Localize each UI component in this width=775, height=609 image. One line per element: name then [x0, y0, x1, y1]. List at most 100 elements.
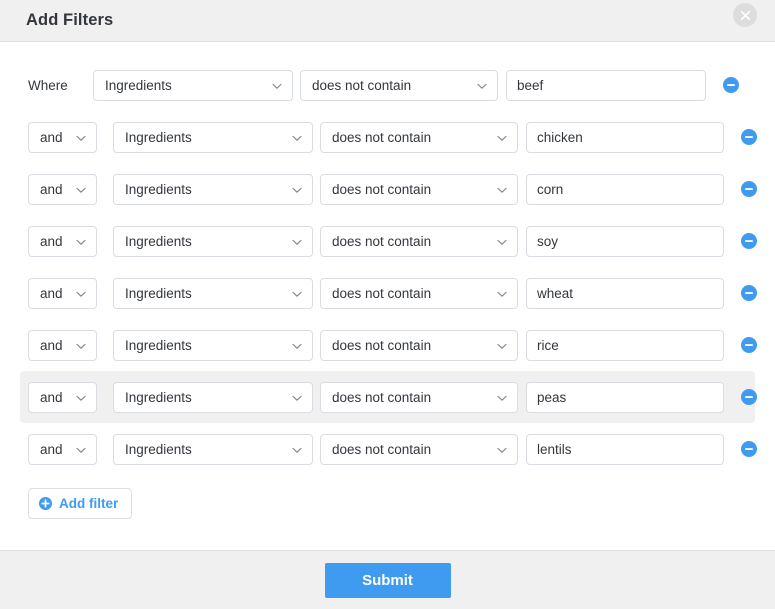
filter-value-input[interactable] — [526, 329, 724, 361]
field-value: Ingredients — [105, 77, 172, 93]
conjunction-select[interactable]: and — [28, 277, 97, 309]
conjunction-select[interactable]: and — [28, 121, 97, 153]
submit-button[interactable]: Submit — [324, 562, 451, 598]
filter-row: and Ingredients does not contain — [20, 267, 757, 319]
operator-value: does not contain — [332, 389, 432, 405]
operator-select[interactable]: does not contain — [320, 329, 518, 361]
add-filters-modal: Add Filters Where Ingredients does not con… — [0, 0, 775, 609]
field-select[interactable]: Ingredients — [113, 173, 313, 205]
close-button[interactable] — [733, 3, 757, 27]
chevron-down-icon — [75, 443, 87, 455]
operator-value: does not contain — [332, 233, 432, 249]
field-value: Ingredients — [125, 285, 192, 301]
conjunction-slot: and — [28, 173, 101, 205]
operator-value: does not contain — [312, 77, 412, 93]
filter-row: and Ingredients does not contain — [20, 215, 757, 267]
conjunction-value: and — [40, 441, 63, 457]
conjunction-value: and — [40, 389, 63, 405]
filter-value-input[interactable] — [506, 69, 706, 101]
chevron-down-icon — [291, 131, 303, 143]
chevron-down-icon — [496, 183, 508, 195]
chevron-down-icon — [75, 235, 87, 247]
operator-select[interactable]: does not contain — [320, 433, 518, 465]
field-select[interactable]: Ingredients — [113, 329, 313, 361]
operator-value: does not contain — [332, 337, 432, 353]
remove-filter-button[interactable] — [741, 285, 757, 301]
chevron-down-icon — [75, 391, 87, 403]
filter-value-input[interactable] — [526, 381, 724, 413]
operator-value: does not contain — [332, 129, 432, 145]
filter-value-input[interactable] — [526, 225, 724, 257]
field-value: Ingredients — [125, 233, 192, 249]
remove-filter-button[interactable] — [741, 337, 757, 353]
conjunction-select[interactable]: and — [28, 381, 97, 413]
field-value: Ingredients — [125, 389, 192, 405]
chevron-down-icon — [496, 235, 508, 247]
operator-select[interactable]: does not contain — [300, 69, 498, 101]
chevron-down-icon — [75, 131, 87, 143]
field-select[interactable]: Ingredients — [113, 277, 313, 309]
operator-select[interactable]: does not contain — [320, 173, 518, 205]
filter-value-input[interactable] — [526, 433, 724, 465]
remove-filter-button[interactable] — [741, 233, 757, 249]
remove-filter-button[interactable] — [741, 441, 757, 457]
conjunction-slot: and — [28, 121, 101, 153]
remove-filter-button[interactable] — [741, 389, 757, 405]
filter-row: and Ingredients does not contain — [20, 163, 757, 215]
chevron-down-icon — [75, 183, 87, 195]
operator-select[interactable]: does not contain — [320, 381, 518, 413]
field-value: Ingredients — [125, 441, 192, 457]
remove-filter-button[interactable] — [723, 77, 739, 93]
modal-header: Add Filters — [0, 0, 775, 42]
field-value: Ingredients — [125, 181, 192, 197]
chevron-down-icon — [291, 391, 303, 403]
conjunction-slot: and — [28, 225, 101, 257]
filter-row: and Ingredients does not contain — [20, 423, 757, 475]
modal-footer: Submit — [0, 550, 775, 609]
field-select[interactable]: Ingredients — [113, 433, 313, 465]
conjunction-select[interactable]: and — [28, 433, 97, 465]
chevron-down-icon — [476, 79, 488, 91]
operator-select[interactable]: does not contain — [320, 277, 518, 309]
chevron-down-icon — [291, 235, 303, 247]
field-value: Ingredients — [125, 129, 192, 145]
conjunction-value: and — [40, 233, 63, 249]
add-filter-label: Add filter — [59, 496, 119, 511]
where-label: Where — [28, 77, 68, 93]
conjunction-slot: and — [28, 381, 101, 413]
chevron-down-icon — [496, 443, 508, 455]
chevron-down-icon — [291, 339, 303, 351]
chevron-down-icon — [496, 339, 508, 351]
field-select[interactable]: Ingredients — [113, 121, 313, 153]
conjunction-select[interactable]: and — [28, 329, 97, 361]
chevron-down-icon — [496, 131, 508, 143]
field-select[interactable]: Ingredients — [113, 381, 313, 413]
page-title: Add Filters — [26, 11, 114, 29]
operator-value: does not contain — [332, 285, 432, 301]
field-select[interactable]: Ingredients — [93, 69, 293, 101]
conjunction-slot: and — [28, 277, 101, 309]
chevron-down-icon — [496, 391, 508, 403]
plus-circle-icon — [39, 497, 52, 510]
conjunction-select[interactable]: and — [28, 173, 97, 205]
filter-value-input[interactable] — [526, 277, 724, 309]
conjunction-slot: and — [28, 329, 101, 361]
operator-value: does not contain — [332, 181, 432, 197]
field-select[interactable]: Ingredients — [113, 225, 313, 257]
conjunction-value: and — [40, 337, 63, 353]
filter-row: and Ingredients does not contain — [20, 319, 757, 371]
chevron-down-icon — [75, 339, 87, 351]
add-filter-button[interactable]: Add filter — [28, 488, 133, 519]
operator-select[interactable]: does not contain — [320, 225, 518, 257]
operator-select[interactable]: does not contain — [320, 121, 518, 153]
operator-value: does not contain — [332, 441, 432, 457]
remove-filter-button[interactable] — [741, 181, 757, 197]
filter-value-input[interactable] — [526, 173, 724, 205]
field-value: Ingredients — [125, 337, 192, 353]
filter-value-input[interactable] — [526, 121, 724, 153]
remove-filter-button[interactable] — [741, 129, 757, 145]
conjunction-select[interactable]: and — [28, 225, 97, 257]
add-filter-wrap: Add filter — [28, 488, 775, 519]
filter-row: Where Ingredients does not contain — [20, 59, 755, 111]
filters-body: Where Ingredients does not contain and Ingre… — [0, 42, 775, 550]
